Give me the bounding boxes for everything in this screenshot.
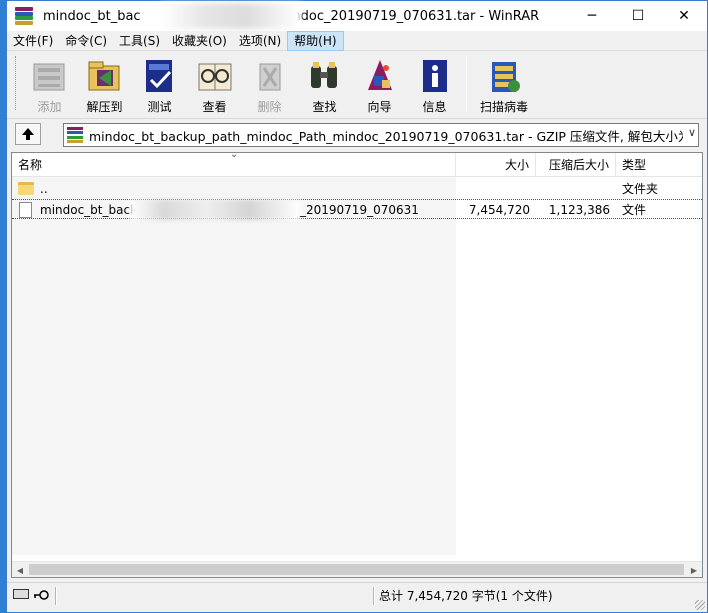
up-arrow-icon bbox=[22, 128, 34, 140]
wizard-icon bbox=[360, 56, 400, 96]
menu-options[interactable]: 选项(N) bbox=[233, 31, 287, 51]
path-combobox[interactable]: mindoc_bt_backup_path_mindoc_Path_mindoc… bbox=[63, 123, 699, 147]
row-packed-size: 1,123,386 bbox=[548, 203, 610, 217]
find-icon bbox=[305, 56, 345, 96]
winrar-window: mindoc_bt_bac nindoc_20190719_070631.tar … bbox=[6, 0, 708, 612]
scroll-left-icon[interactable]: ◀ bbox=[12, 562, 28, 577]
menu-bar: 文件(F) 命令(C) 工具(S) 收藏夹(O) 选项(N) 帮助(H) bbox=[7, 30, 707, 51]
archive-icon bbox=[67, 127, 83, 143]
delete-button[interactable]: 删除 bbox=[242, 52, 297, 114]
row-name-prefix: mindoc_bt_backu bbox=[40, 203, 145, 217]
row-type: 文件夹 bbox=[622, 182, 659, 196]
add-button[interactable]: 添加 bbox=[22, 52, 77, 114]
delete-icon bbox=[250, 56, 290, 96]
info-icon bbox=[415, 56, 455, 96]
scrollbar-thumb[interactable] bbox=[29, 564, 684, 575]
row-name: .. bbox=[40, 182, 48, 196]
row-type: 文件 bbox=[622, 203, 647, 217]
list-row-file[interactable]: mindoc_bt_backu _20190719_070631 7,454,7… bbox=[12, 199, 702, 220]
menu-commands[interactable]: 命令(C) bbox=[59, 31, 113, 51]
list-header: 名称 ⌄ 大小 压缩后大小 类型 bbox=[12, 153, 702, 177]
menu-favorites[interactable]: 收藏夹(O) bbox=[166, 31, 233, 51]
toolbar-separator bbox=[466, 56, 467, 112]
header-packed-size[interactable]: 压缩后大小 bbox=[536, 153, 616, 177]
delete-label: 删除 bbox=[257, 100, 282, 114]
up-one-level-button[interactable] bbox=[15, 123, 41, 145]
drive-icon[interactable] bbox=[13, 589, 29, 599]
info-label: 信息 bbox=[422, 100, 447, 114]
list-row-parent[interactable]: .. 文件夹 bbox=[12, 179, 702, 199]
winrar-app-icon bbox=[15, 7, 33, 25]
maximize-button[interactable]: ☐ bbox=[615, 1, 661, 31]
row-name-suffix: _20190719_070631 bbox=[300, 203, 419, 217]
redacted-title-blur bbox=[161, 2, 301, 29]
file-icon bbox=[19, 202, 32, 218]
header-size[interactable]: 大小 bbox=[456, 153, 536, 177]
extract-to-button[interactable]: 解压到 bbox=[77, 52, 132, 114]
view-button[interactable]: 查看 bbox=[187, 52, 242, 114]
menu-tools[interactable]: 工具(S) bbox=[113, 31, 166, 51]
key-icon[interactable] bbox=[33, 589, 49, 600]
folder-icon bbox=[18, 182, 34, 195]
test-label: 测试 bbox=[147, 100, 172, 114]
wizard-label: 向导 bbox=[367, 100, 392, 114]
status-bar: 总计 7,454,720 字节(1 个文件) bbox=[7, 582, 707, 612]
name-column-background bbox=[12, 177, 456, 555]
find-label: 查找 bbox=[312, 100, 337, 114]
add-archive-icon bbox=[30, 56, 70, 96]
view-label: 查看 bbox=[202, 100, 227, 114]
test-button[interactable]: 测试 bbox=[132, 52, 187, 114]
toolbar-grip[interactable] bbox=[15, 56, 18, 110]
view-icon bbox=[195, 56, 235, 96]
test-icon bbox=[140, 56, 180, 96]
chevron-down-icon[interactable]: ∨ bbox=[688, 126, 696, 139]
row-size: 7,454,720 bbox=[468, 203, 530, 217]
window-title: mindoc_bt_bac nindoc_20190719_070631.tar … bbox=[43, 2, 539, 29]
extract-to-label: 解压到 bbox=[86, 100, 123, 114]
minimize-button[interactable]: ─ bbox=[569, 1, 615, 31]
title-bar[interactable]: mindoc_bt_bac nindoc_20190719_070631.tar … bbox=[7, 1, 707, 31]
header-type[interactable]: 类型 bbox=[616, 153, 702, 177]
virus-scan-button[interactable]: 扫描病毒 bbox=[473, 52, 535, 114]
find-button[interactable]: 查找 bbox=[297, 52, 352, 114]
scroll-right-icon[interactable]: ▶ bbox=[686, 562, 702, 577]
sort-arrow-icon: ⌄ bbox=[230, 152, 239, 160]
wizard-button[interactable]: 向导 bbox=[352, 52, 407, 114]
address-bar: mindoc_bt_backup_path_mindoc_Path_mindoc… bbox=[7, 118, 707, 148]
redacted-name-blur bbox=[130, 200, 300, 220]
status-separator bbox=[55, 587, 57, 605]
status-text: 总计 7,454,720 字节(1 个文件) bbox=[379, 589, 553, 603]
close-button[interactable]: ✕ bbox=[661, 1, 707, 31]
virus-scan-icon bbox=[484, 56, 524, 96]
info-button[interactable]: 信息 bbox=[407, 52, 462, 114]
path-text: mindoc_bt_backup_path_mindoc_Path_mindoc… bbox=[89, 128, 683, 144]
toolbar: 添加 解压到 测试 查看 删除 查找 向导 信息 扫描病毒 bbox=[7, 52, 707, 116]
menu-help[interactable]: 帮助(H) bbox=[287, 30, 344, 51]
extract-icon bbox=[85, 56, 125, 96]
add-label: 添加 bbox=[37, 100, 62, 114]
horizontal-scrollbar[interactable]: ◀ ▶ bbox=[12, 561, 702, 577]
file-list[interactable]: 名称 ⌄ 大小 压缩后大小 类型 .. 文件夹 mindoc_bt_backu … bbox=[11, 152, 703, 578]
resize-grip-icon[interactable] bbox=[695, 600, 705, 610]
menu-file[interactable]: 文件(F) bbox=[7, 31, 59, 51]
virus-scan-label: 扫描病毒 bbox=[479, 100, 528, 114]
status-separator bbox=[373, 587, 375, 605]
